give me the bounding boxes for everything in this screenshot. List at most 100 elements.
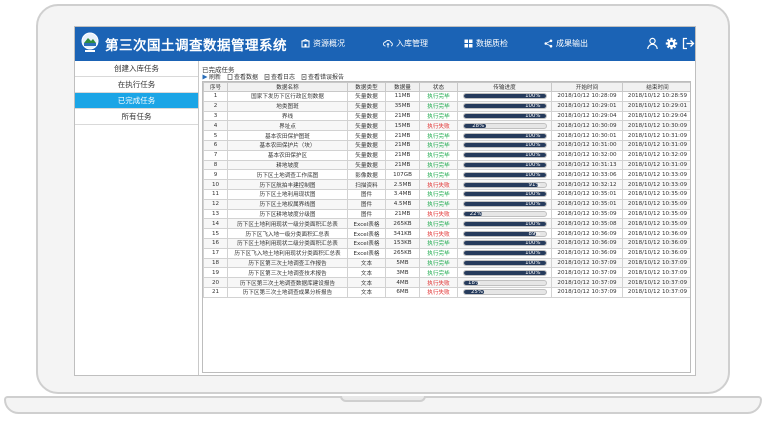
table-row[interactable]: 1 国家下发历下区行政区划数据 矢量数据 11MB 执行完毕 100% 2018/10/12… xyxy=(203,91,690,102)
status-cell: 执行完毕 xyxy=(419,110,458,122)
sidebar: 创建入库任务 在执行任务 已完成任务 所有任务 xyxy=(75,61,199,375)
nav-resource-overview[interactable]: 资源概况 xyxy=(301,38,345,49)
progress-cell: 100% xyxy=(457,110,552,122)
data-type-cell: 文本 xyxy=(347,257,386,269)
sidebar-item-completed-tasks[interactable]: 已完成任务 xyxy=(75,93,198,109)
data-size-cell: 21MB xyxy=(385,159,420,171)
table-row[interactable]: 2 地类图斑 矢量数据 35MB 执行完毕 100% 2018/10/12 10:29:01… xyxy=(203,100,690,112)
progress-cell: 100% xyxy=(457,91,552,102)
start-time-cell: 2018/10/12 10:28:09 xyxy=(551,91,623,102)
status-cell: 执行完毕 xyxy=(419,267,458,279)
table-row[interactable]: 18 历下区第三次土地调查工作报告 文本 5MB 执行完毕 100% 2018/10/12 … xyxy=(203,257,690,269)
start-time-cell: 2018/10/12 10:35:08 xyxy=(551,218,623,230)
nav-result-output[interactable]: 成果输出 xyxy=(544,38,588,49)
progress-label: 100% xyxy=(525,161,541,168)
data-size-cell: 341KB xyxy=(385,228,420,239)
progress-label: 100% xyxy=(525,250,541,257)
progress-label: 100% xyxy=(525,201,541,208)
gear-icon[interactable] xyxy=(665,37,678,50)
table-row[interactable]: 4 界址点 矢量数据 15MB 执行失败 28% 2018/10/12 10:30:09 20… xyxy=(203,120,690,132)
end-time-cell: 2018/10/12 10:31:09 xyxy=(622,159,690,171)
column-header[interactable]: 数据量 xyxy=(385,82,420,92)
data-name-cell: 界址点 xyxy=(227,120,348,132)
view-data-button[interactable]: 查看数据 xyxy=(227,72,258,81)
table-row[interactable]: 8 耕地坡度 矢量数据 21MB 执行完毕 100% 2018/10/12 10:31:13… xyxy=(203,159,690,171)
column-header[interactable]: 状态 xyxy=(419,82,458,92)
nav-label: 资源概况 xyxy=(313,39,345,48)
status-cell: 执行完毕 xyxy=(419,247,458,259)
table-row[interactable]: 6 基本农田保护片（块） 矢量数据 21MB 执行完毕 100% 2018/10/12 10… xyxy=(203,139,690,151)
table-row[interactable]: 21 历下区第三次土地调查成果分析报告 文本 6MB 执行失败 25% 2018/10/12… xyxy=(203,286,690,298)
progress-label: 18% xyxy=(468,279,481,286)
data-type-cell: 矢量数据 xyxy=(347,149,386,161)
table-row[interactable]: 15 历下区飞入地一级分类面积汇总表 Excel表格 341KB 执行失败 89% 2018… xyxy=(203,228,690,239)
table-row[interactable]: 17 历下区飞入地土地利用现状分类面积汇总表 Excel表格 265KB 执行完毕 100… xyxy=(203,247,690,259)
progress-cell: 100% xyxy=(457,237,552,249)
end-time-cell: 2018/10/12 10:32:09 xyxy=(622,149,690,161)
column-header[interactable]: 数据名称 xyxy=(227,82,348,92)
data-name-cell: 界线 xyxy=(227,110,348,122)
data-type-cell: 矢量数据 xyxy=(347,100,386,112)
table-row[interactable]: 20 历下区第三次土地调查数据库建设报告 文本 4MB 执行失败 18% 2018/10/1… xyxy=(203,277,690,288)
column-header[interactable]: 传输进度 xyxy=(457,82,552,92)
table-row[interactable]: 12 历下区土地权属界线图 图件 4.5MB 执行完毕 100% 2018/10/12 10… xyxy=(203,198,690,210)
table-row[interactable]: 19 历下区第三次土地调查技术报告 文本 3MB 执行完毕 100% 2018/10/12 … xyxy=(203,267,690,279)
data-name-cell: 历下区航拍丰建控制图 xyxy=(227,179,348,190)
building-icon xyxy=(301,39,310,48)
data-size-cell: 265KB xyxy=(385,218,420,230)
view-log-button[interactable]: 查看日志 xyxy=(264,72,295,81)
data-name-cell: 基本农田保护区 xyxy=(227,149,348,161)
progress-cell: 89% xyxy=(457,228,552,239)
progress-bar: 100% xyxy=(462,259,547,266)
progress-cell: 100% xyxy=(457,130,552,141)
table-row[interactable]: 9 历下区土地调查工作底图 影像数据 107GB 执行完毕 100% 2018/10/12 … xyxy=(203,169,690,181)
start-time-cell: 2018/10/12 10:37:09 xyxy=(551,257,623,269)
progress-bar: 100% xyxy=(462,93,547,100)
start-time-cell: 2018/10/12 10:32:12 xyxy=(551,179,623,190)
user-icon[interactable] xyxy=(646,37,659,50)
view-error-report-button[interactable]: 查看错误报告 xyxy=(301,72,344,81)
end-time-cell: 2018/10/12 10:37:09 xyxy=(622,286,690,298)
table-row[interactable]: 11 历下区土地利用现状图 图件 3.4MB 执行完毕 100% 2018/10/12 10… xyxy=(203,188,690,200)
status-cell: 执行失败 xyxy=(419,179,458,190)
start-time-cell: 2018/10/12 10:30:09 xyxy=(551,120,623,132)
progress-label: 91% xyxy=(528,181,541,188)
table-row[interactable]: 3 界线 矢量数据 21MB 执行完毕 100% 2018/10/12 10:29:04 20… xyxy=(203,110,690,122)
sidebar-item-all-tasks[interactable]: 所有任务 xyxy=(75,109,198,125)
column-header[interactable]: 序号 xyxy=(203,82,228,92)
column-header[interactable]: 数据类型 xyxy=(347,82,386,92)
progress-bar: 91% xyxy=(462,181,547,188)
table-row[interactable]: 7 基本农田保护区 矢量数据 21MB 执行完毕 100% 2018/10/12 10:32… xyxy=(203,149,690,161)
data-type-cell: 文本 xyxy=(347,277,386,288)
start-time-cell: 2018/10/12 10:35:09 xyxy=(551,208,623,220)
column-header[interactable]: 开始时间 xyxy=(551,82,623,92)
row-number: 9 xyxy=(203,169,228,181)
progress-cell: 18% xyxy=(457,277,552,288)
nav-import-management[interactable]: 入库管理 xyxy=(383,38,428,49)
data-name-cell: 国家下发历下区行政区划数据 xyxy=(227,91,348,102)
sidebar-item-create-task[interactable]: 创建入库任务 xyxy=(75,61,198,77)
logout-icon[interactable] xyxy=(682,37,695,50)
table-row[interactable]: 16 历下区土地利用现状二级分类面积汇总表 Excel表格 153KB 执行完毕 100%… xyxy=(203,237,690,249)
progress-bar: 100% xyxy=(462,201,547,208)
table-row[interactable]: 10 历下区航拍丰建控制图 扫描资料 2.5MB 执行失败 91% 2018/10/12 1… xyxy=(203,179,690,190)
progress-cell: 28% xyxy=(457,120,552,132)
progress-cell: 100% xyxy=(457,139,552,151)
nav-data-quality-check[interactable]: 数据质检 xyxy=(464,38,508,49)
data-name-cell: 历下区耕地坡度分级图 xyxy=(227,208,348,220)
end-time-cell: 2018/10/12 10:36:09 xyxy=(622,228,690,239)
table-row[interactable]: 13 历下区耕地坡度分级图 图件 21MB 执行失败 22% 2018/10/12 10:3… xyxy=(203,208,690,220)
refresh-button[interactable]: 刷新 xyxy=(202,72,221,81)
end-time-cell: 2018/10/12 10:35:09 xyxy=(622,188,690,200)
start-time-cell: 2018/10/12 10:35:01 xyxy=(551,188,623,200)
table-row[interactable]: 5 基本农田保护图斑 矢量数据 21MB 执行完毕 100% 2018/10/12 10:3… xyxy=(203,130,690,141)
progress-label: 100% xyxy=(525,191,541,198)
status-cell: 执行失败 xyxy=(419,277,458,288)
data-type-cell: 矢量数据 xyxy=(347,91,386,102)
start-time-cell: 2018/10/12 10:31:00 xyxy=(551,139,623,151)
row-number: 3 xyxy=(203,110,228,122)
column-header[interactable]: 结束时间 xyxy=(622,82,690,92)
sidebar-item-running-tasks[interactable]: 在执行任务 xyxy=(75,77,198,93)
table-row[interactable]: 14 历下区土地利用现状一级分类面积汇总表 Excel表格 265KB 执行完毕 100%… xyxy=(203,218,690,230)
row-number: 10 xyxy=(203,179,228,190)
